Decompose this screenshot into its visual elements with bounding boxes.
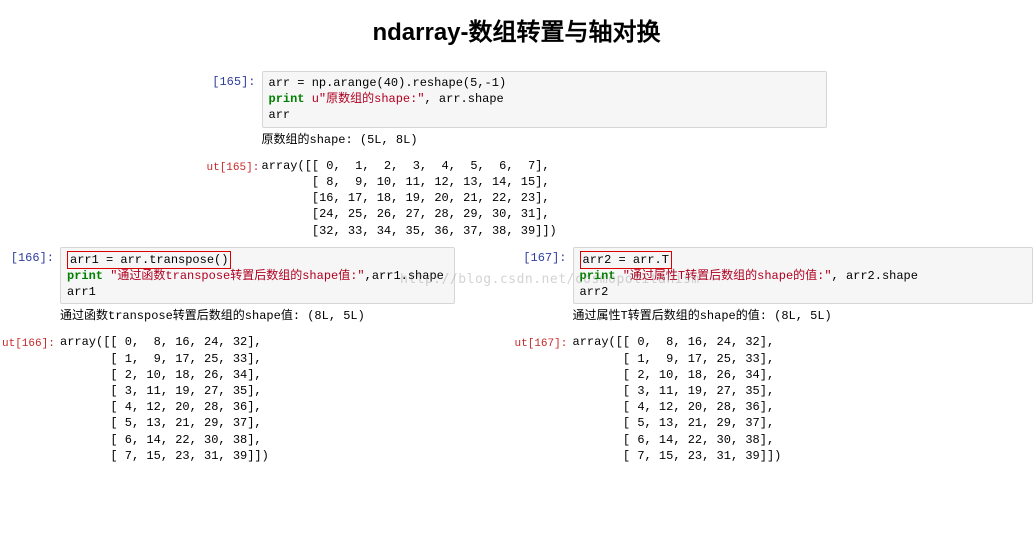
stdout-167: 通过属性T转置后数组的shape的值: (8L, 5L) — [573, 304, 1033, 330]
print-keyword: print — [269, 92, 305, 106]
code-line: arr — [269, 108, 291, 122]
code-input-165: arr = np.arange(40).reshape(5,-1) print … — [262, 71, 827, 128]
cell-165: [165]: arr = np.arange(40).reshape(5,-1)… — [207, 71, 827, 239]
stdout-165: 原数组的shape: (5L, 8L) — [262, 128, 827, 154]
out-prompt-167: ut[167]: — [515, 334, 573, 464]
string-literal: u"原数组的shape:" — [305, 92, 425, 106]
string-literal: "通过函数transpose转置后数组的shape值:" — [103, 269, 365, 283]
in-prompt-165: [165]: — [207, 71, 262, 154]
code-tail: , arr2.shape — [832, 269, 918, 283]
highlighted-code: arr1 = arr.transpose() — [67, 251, 231, 269]
out-prompt-166: ut[166]: — [2, 334, 60, 464]
code-line: arr1 — [67, 285, 96, 299]
out-prompt-165: ut[165]: — [207, 158, 262, 239]
stdout-166: 通过函数transpose转置后数组的shape值: (8L, 5L) — [60, 304, 455, 330]
code-input-166: arr1 = arr.transpose() print "通过函数transp… — [60, 247, 455, 305]
code-line: arr = np.arange(40).reshape(5,-1) — [269, 76, 507, 90]
highlighted-code: arr2 = arr.T — [580, 251, 672, 269]
array-output-165: array([[ 0, 1, 2, 3, 4, 5, 6, 7], [ 8, 9… — [262, 158, 827, 239]
page-title: ndarray-数组转置与轴对换 — [0, 0, 1033, 71]
in-prompt-167: [167]: — [515, 247, 573, 331]
watermark-text: http://blog.csdn.net/cosmopolitanism — [400, 272, 700, 287]
array-output-167: array([[ 0, 8, 16, 24, 32], [ 1, 9, 17, … — [573, 334, 1033, 464]
cell-166: [166]: arr1 = arr.transpose() print "通过函… — [0, 247, 455, 468]
array-output-166: array([[ 0, 8, 16, 24, 32], [ 1, 9, 17, … — [60, 334, 455, 464]
print-keyword: print — [67, 269, 103, 283]
in-prompt-166: [166]: — [2, 247, 60, 331]
code-tail: , arr.shape — [425, 92, 504, 106]
code-line: arr2 — [580, 285, 609, 299]
